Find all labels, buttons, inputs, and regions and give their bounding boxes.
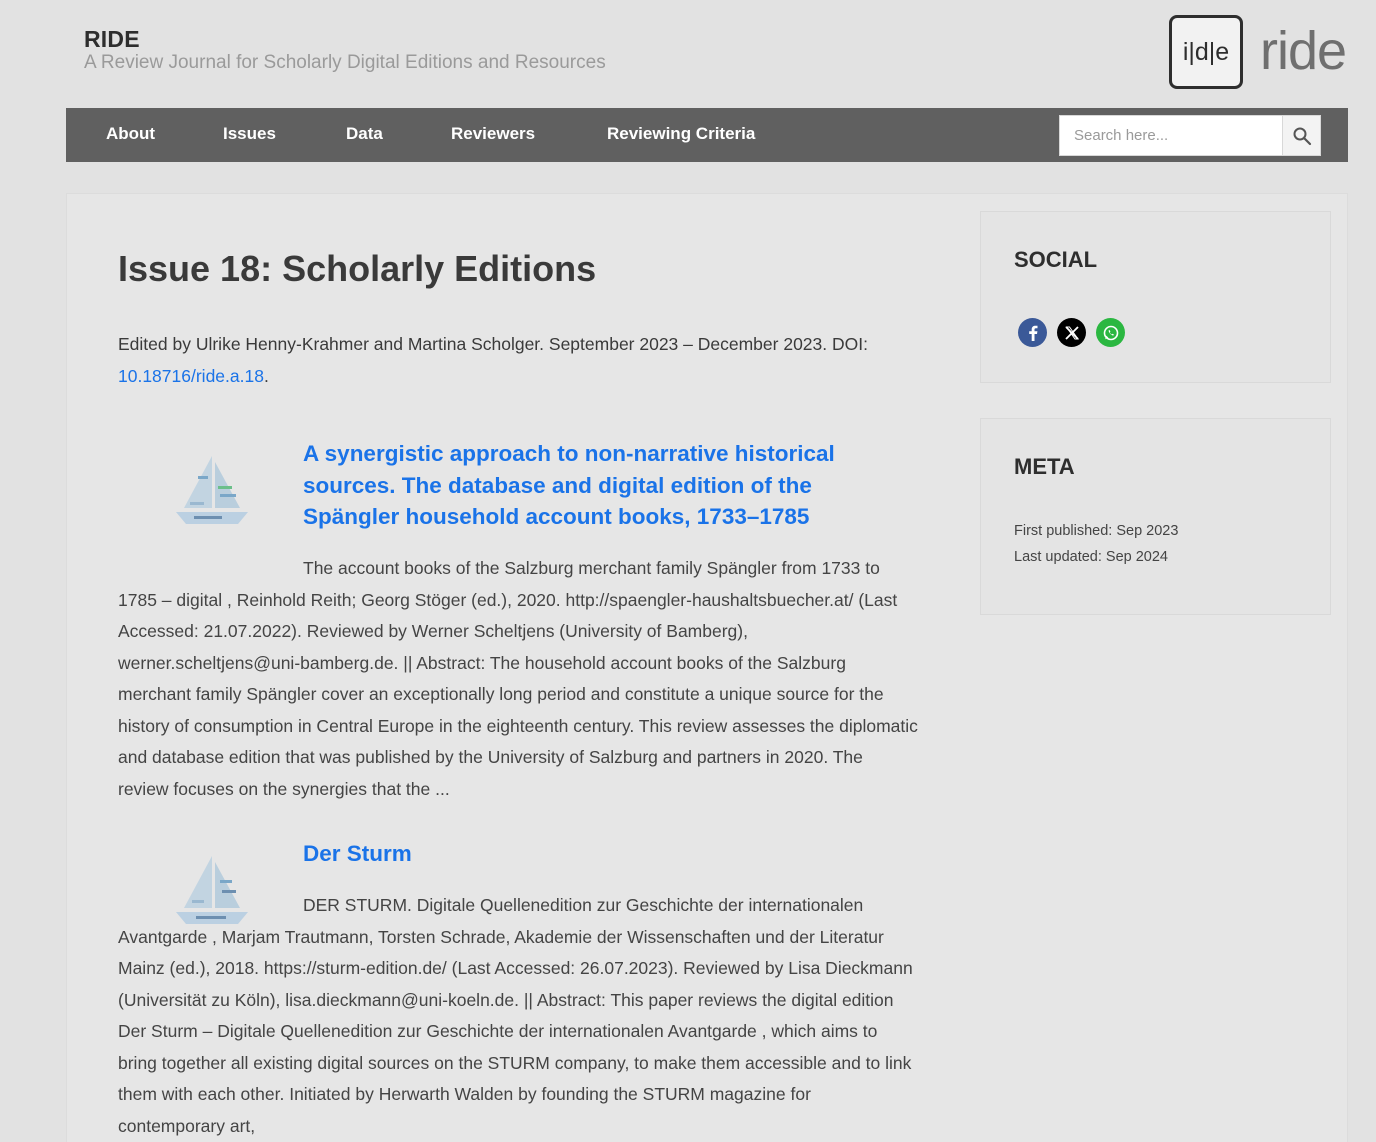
ide-logo[interactable]: i|d|e [1169, 15, 1243, 89]
first-published-date: First published: Sep 2023 [1014, 523, 1179, 539]
article-excerpt: The account books of the Salzburg mercha… [118, 553, 918, 805]
article-card: A synergistic approach to non-narrative … [118, 438, 918, 808]
article-excerpt: DER STURM. Digitale Quellenedition zur G… [118, 890, 918, 1142]
site-title[interactable]: RIDE [84, 26, 140, 53]
nav-item-reviewers[interactable]: Reviewers [451, 124, 535, 144]
issue-intro-end: . [263, 366, 269, 386]
ride-logo[interactable]: ride [1260, 20, 1347, 82]
facebook-share-button[interactable] [1018, 318, 1047, 347]
search-icon [1293, 127, 1311, 145]
social-widget: SOCIAL [980, 211, 1331, 383]
meta-widget-title: META [1014, 454, 1075, 479]
social-widget-title: SOCIAL [1014, 247, 1098, 272]
nav-item-about[interactable]: About [106, 124, 155, 144]
main-navigation: About Issues Data Reviewers Reviewing Cr… [66, 108, 1348, 162]
whatsapp-icon [1103, 325, 1118, 340]
article-title-link[interactable]: Der Sturm [303, 838, 863, 870]
whatsapp-share-button[interactable] [1096, 318, 1125, 347]
nav-item-issues[interactable]: Issues [223, 124, 276, 144]
article-card: Der Sturm DER STURM. Digitale Quellenedi… [118, 838, 918, 1142]
search-form [1059, 115, 1321, 156]
page-title: Issue 18: Scholarly Editions [118, 248, 597, 289]
site-tagline: A Review Journal for Scholarly Digital E… [84, 52, 606, 73]
issue-intro: Edited by Ulrike Henny-Krahmer and Marti… [118, 328, 908, 392]
last-updated-date: Last updated: Sep 2024 [1014, 549, 1168, 565]
article-title-link[interactable]: A synergistic approach to non-narrative … [303, 438, 863, 533]
site-header: RIDE A Review Journal for Scholarly Digi… [0, 0, 1376, 108]
x-share-button[interactable] [1057, 318, 1086, 347]
ide-logo-text: i|d|e [1182, 37, 1230, 66]
search-input[interactable] [1060, 116, 1282, 155]
doi-link[interactable]: 10.18716/ride.a.18 [118, 366, 264, 386]
article-excerpt-text: DER STURM. Digitale Quellenedition zur G… [118, 895, 913, 1136]
nav-item-data[interactable]: Data [346, 124, 383, 144]
issue-editors-text: Edited by Ulrike Henny-Krahmer and Marti… [118, 334, 868, 354]
facebook-icon [1028, 325, 1037, 341]
word-cloud-ship-icon[interactable] [168, 446, 256, 534]
meta-widget: META First published: Sep 2023 Last upda… [980, 418, 1331, 615]
nav-item-reviewing-criteria[interactable]: Reviewing Criteria [607, 124, 755, 144]
x-icon [1064, 325, 1079, 340]
search-button[interactable] [1282, 116, 1320, 155]
article-excerpt-text: The account books of the Salzburg mercha… [118, 558, 918, 799]
